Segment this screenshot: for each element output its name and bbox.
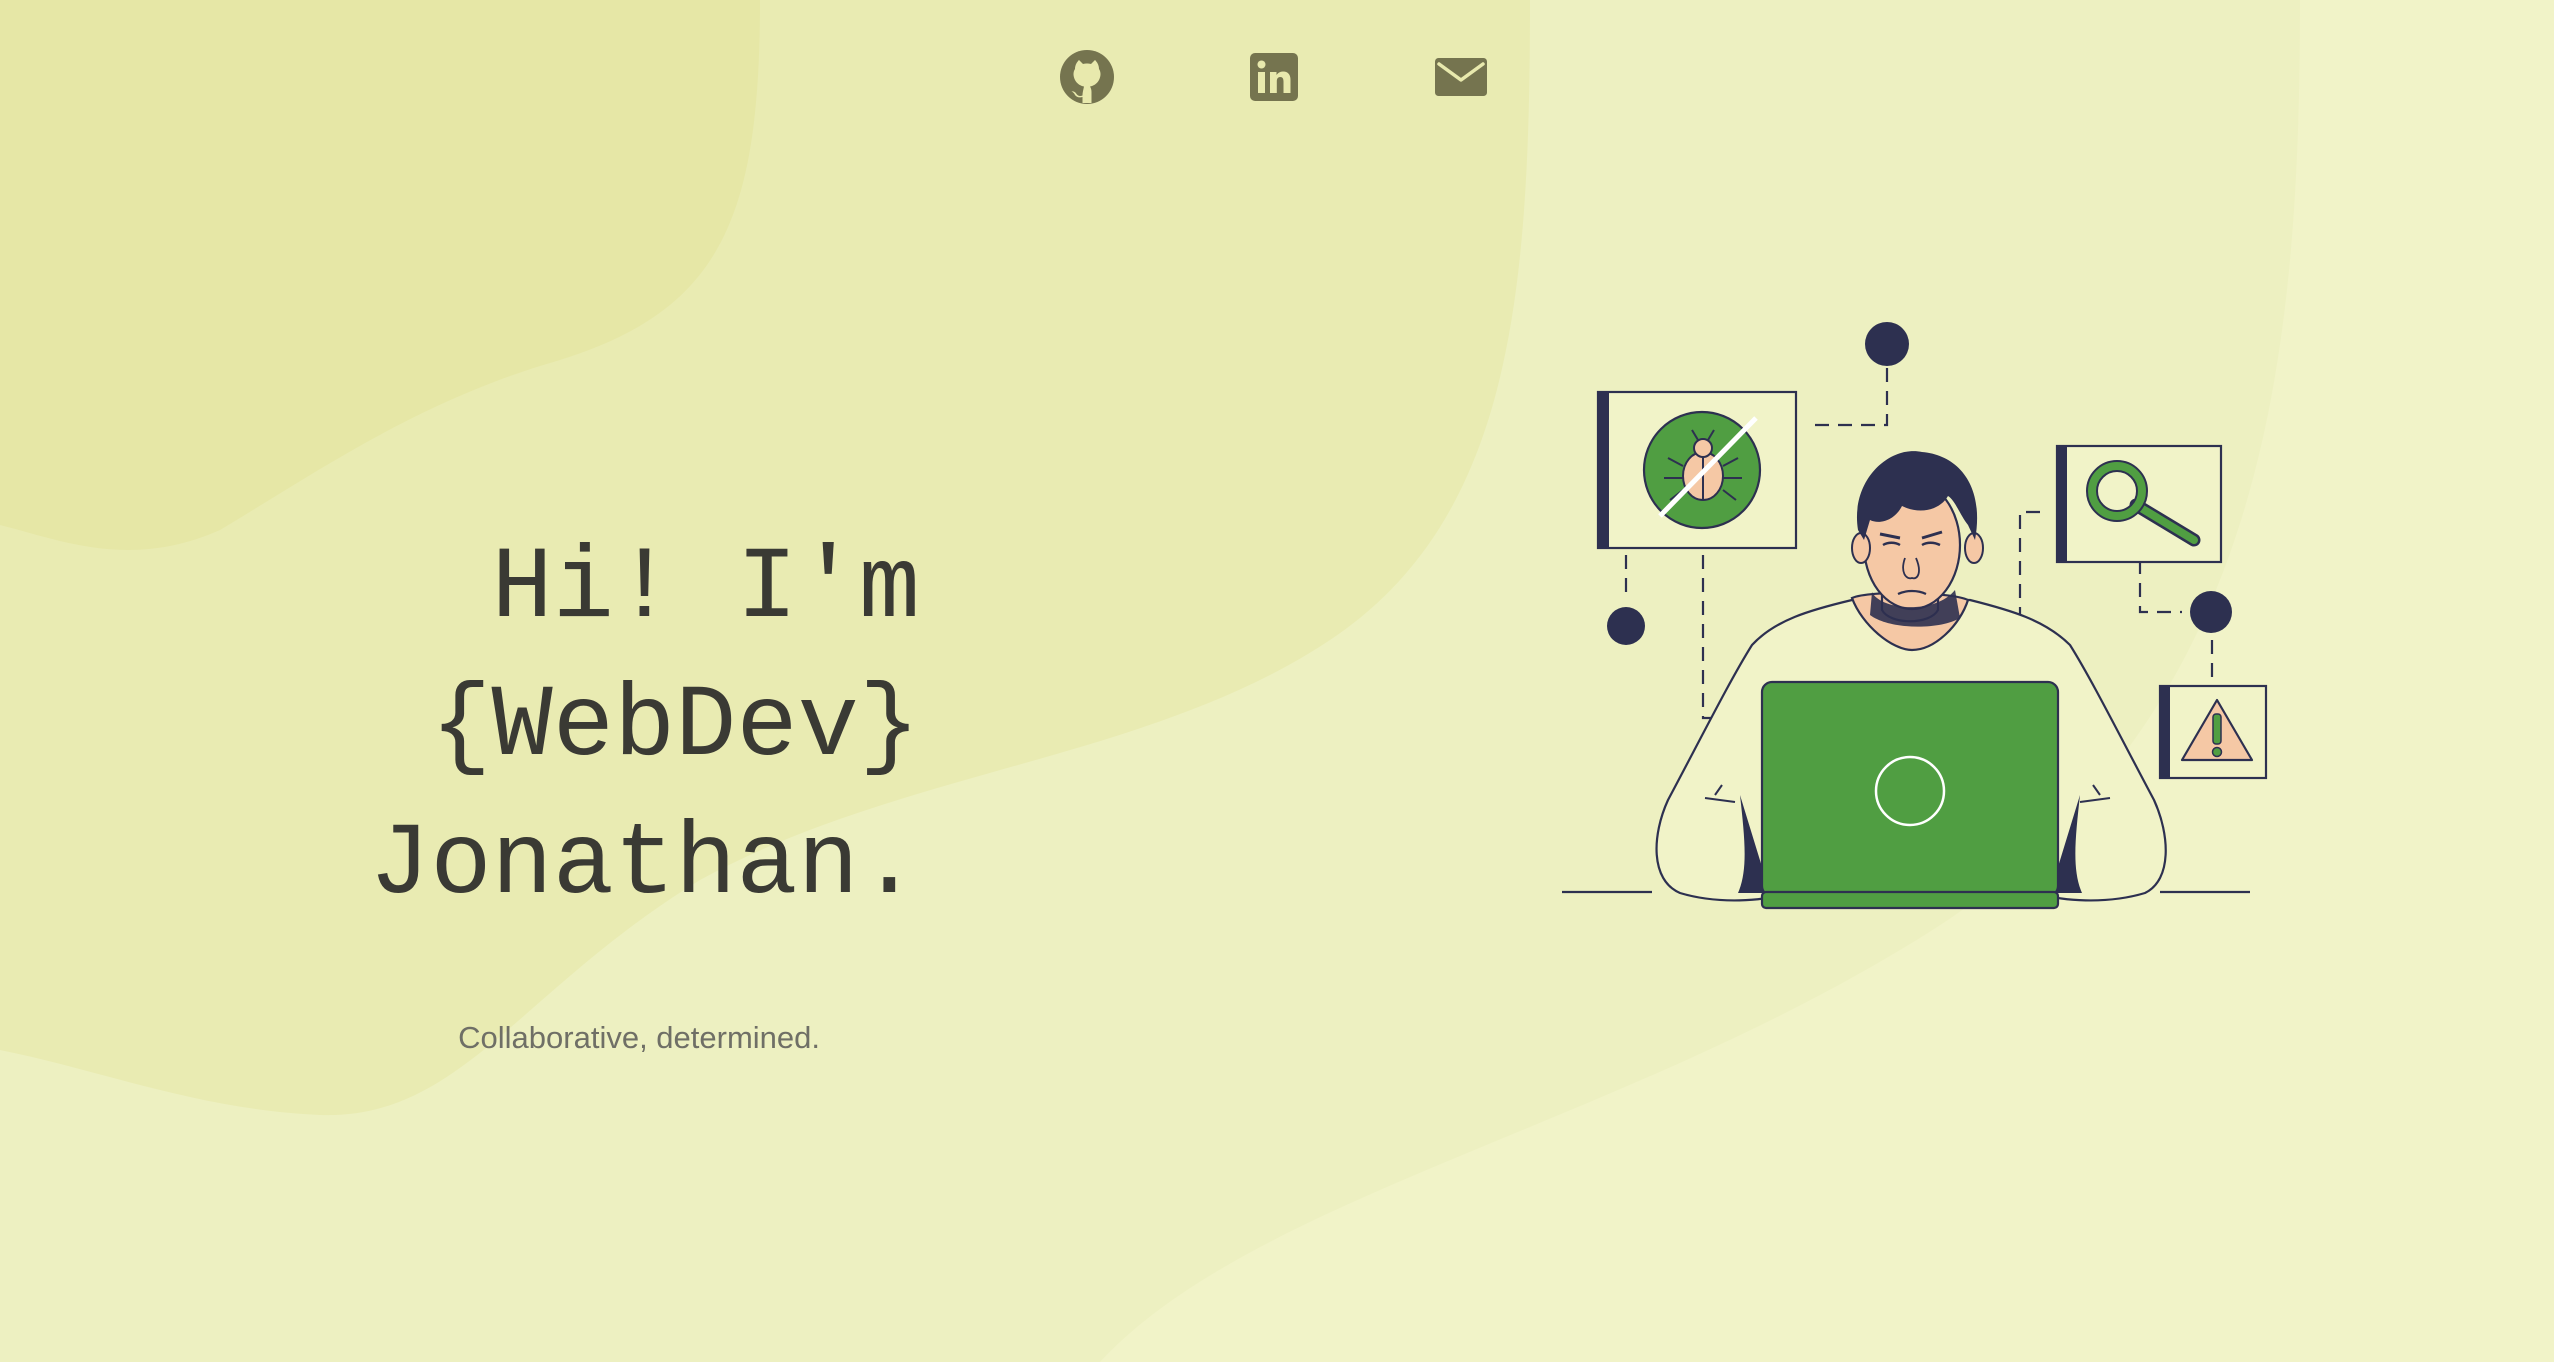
hero-role: {WebDev} [430, 669, 920, 785]
warning-card [2158, 684, 2268, 780]
github-link[interactable] [1055, 45, 1119, 109]
linkedin-icon [1250, 53, 1298, 101]
node-dot [1607, 607, 1645, 645]
hero-name: Jonathan. [369, 807, 920, 923]
email-link[interactable] [1429, 45, 1493, 109]
bug-icon [1642, 410, 1762, 530]
bug-card [1596, 390, 1798, 550]
github-icon [1060, 50, 1114, 104]
search-card [2055, 444, 2223, 564]
developer-illustration [1562, 322, 2268, 910]
hero-tagline: Collaborative, determined. [458, 1020, 820, 1055]
social-links [1055, 45, 1493, 109]
hero-heading: Hi! I'm {WebDev} Jonathan. [280, 520, 920, 934]
laptop [1760, 680, 2060, 910]
node-dot [2190, 591, 2232, 633]
hero-greeting: Hi! I'm [491, 531, 920, 647]
node-dot [1865, 322, 1909, 366]
mail-icon [1435, 58, 1487, 96]
linkedin-link[interactable] [1242, 45, 1306, 109]
